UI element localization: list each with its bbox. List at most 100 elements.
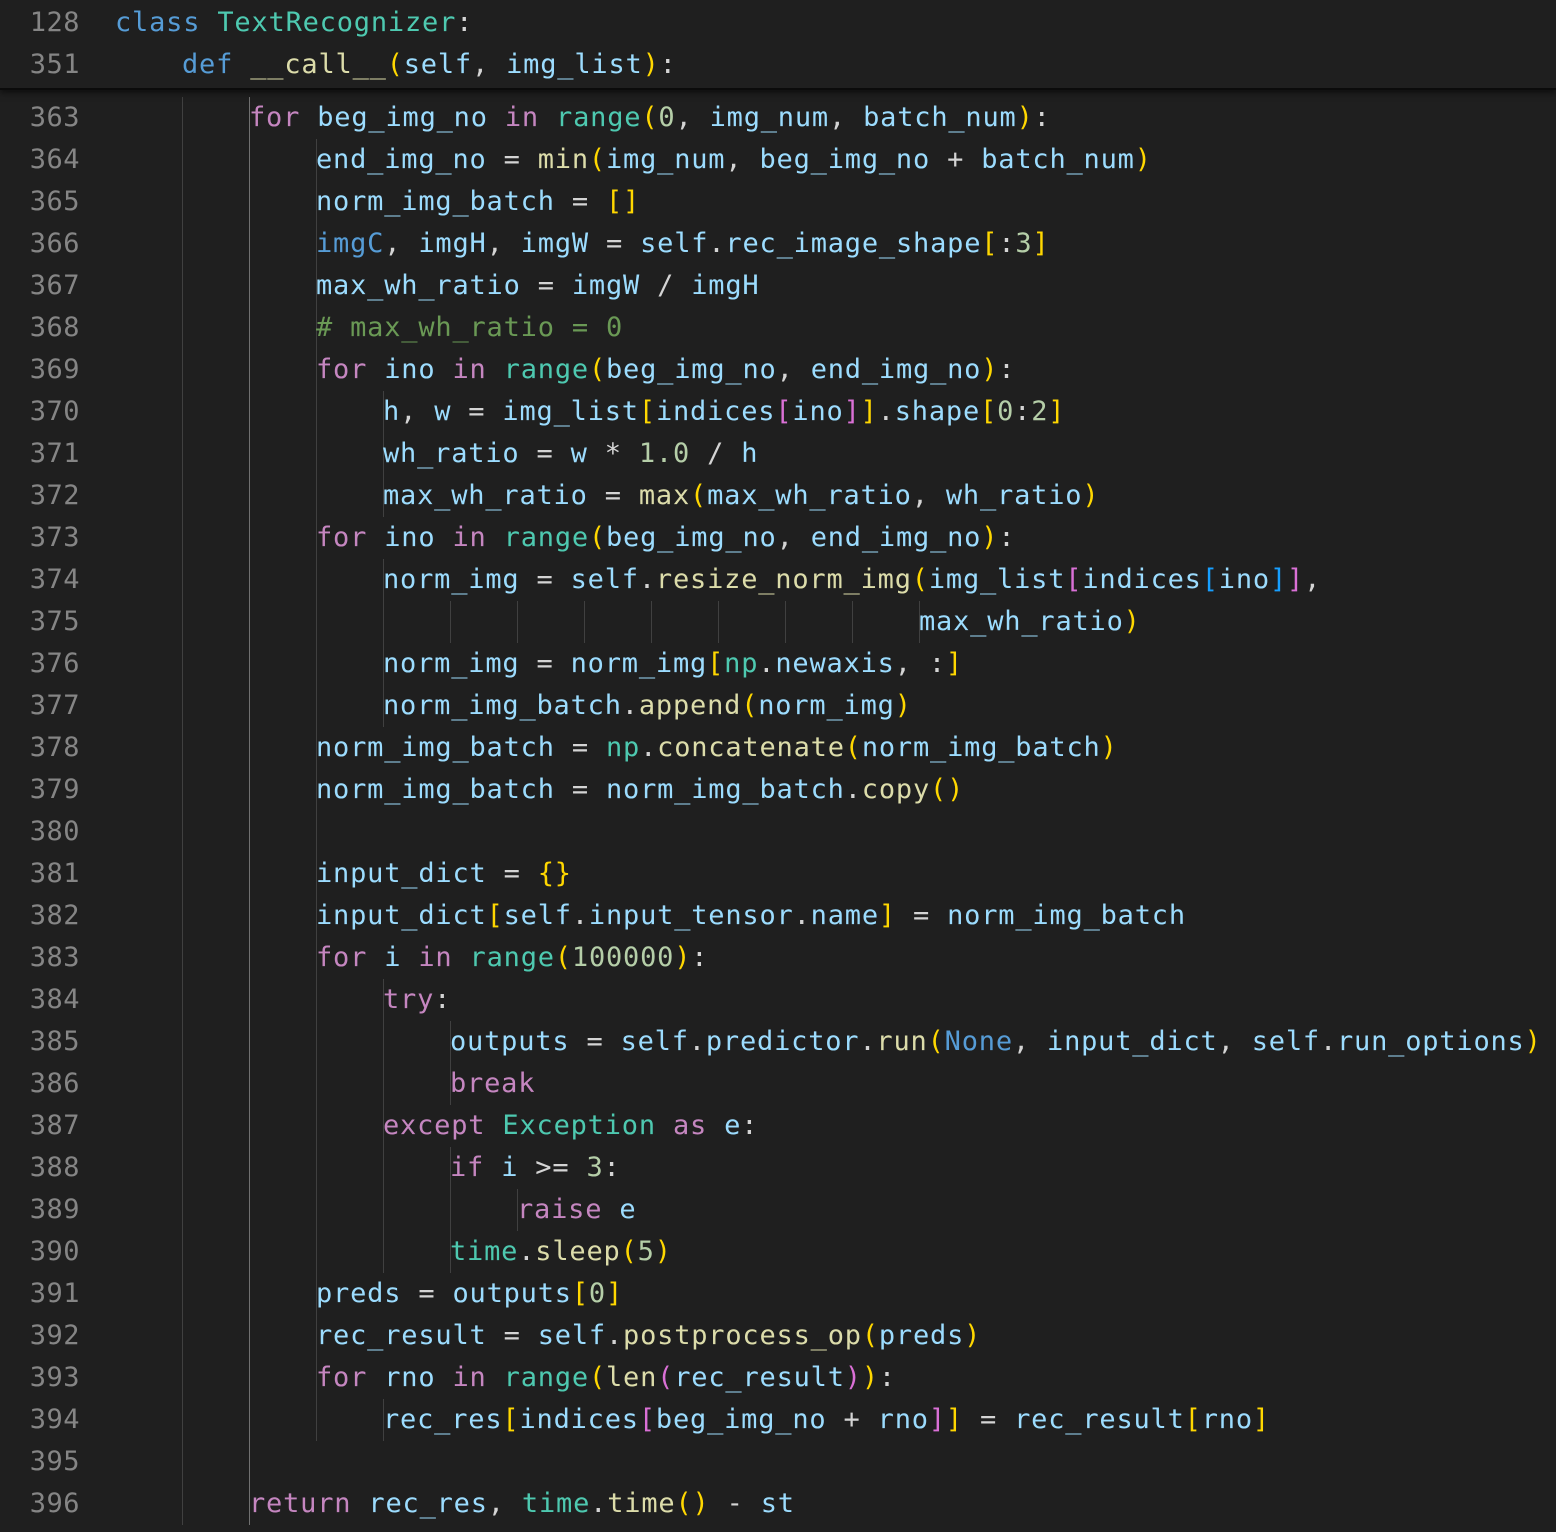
code-text[interactable]: try: [383, 979, 451, 1021]
code-text[interactable]: except Exception as e: [383, 1105, 758, 1147]
code-text[interactable]: input_dict[self.input_tensor.name] = nor… [316, 895, 1186, 937]
code-line[interactable]: 387 except Exception as e: [0, 1105, 1556, 1147]
code-line[interactable]: 394 rec_res[indices[beg_img_no + rno]] = … [0, 1399, 1556, 1441]
line-number: 385 [29, 1026, 80, 1057]
code-text[interactable]: norm_img = self.resize_norm_img(img_list… [383, 559, 1321, 601]
code-line[interactable]: 363 for beg_img_no in range(0, img_num, b… [0, 97, 1556, 139]
indent-guide [182, 433, 183, 475]
code-line[interactable]: 366 imgC, imgH, imgW = self.rec_image_sha… [0, 223, 1556, 265]
line-number: 374 [29, 564, 80, 595]
code-line[interactable]: 377 norm_img_batch.append(norm_img) [0, 685, 1556, 727]
code-line[interactable]: 392 rec_result = self.postprocess_op(pred… [0, 1315, 1556, 1357]
indent-guide [182, 265, 183, 307]
code-line[interactable]: 372 max_wh_ratio = max(max_wh_ratio, wh_r… [0, 475, 1556, 517]
code-line[interactable]: 368 # max_wh_ratio = 0 [0, 307, 1556, 349]
code-line[interactable]: 380 [0, 811, 1556, 853]
code-token: [ [638, 396, 656, 427]
code-token: ino [792, 396, 844, 427]
code-text[interactable]: break [450, 1063, 535, 1105]
sticky-scroll-header[interactable]: 128 class TextRecognizer: 351 def __call__(… [0, 0, 1556, 90]
indent-guide [249, 265, 250, 307]
code-text[interactable]: input_dict = {} [316, 853, 572, 895]
code-line[interactable]: 395 [0, 1441, 1556, 1483]
code-text[interactable]: for ino in range(beg_img_no, end_img_no)… [316, 349, 1015, 391]
code-text[interactable]: norm_img_batch.append(norm_img) [383, 685, 912, 727]
code-line[interactable]: 389 raise e [0, 1189, 1556, 1231]
code-text[interactable]: class TextRecognizer: [115, 2, 473, 44]
line-number: 389 [29, 1194, 80, 1225]
code-text[interactable]: norm_img_batch = np.concatenate(norm_img… [316, 727, 1118, 769]
code-text[interactable]: if i >= 3: [450, 1147, 621, 1189]
code-line[interactable]: 375 max_wh_ratio) [0, 601, 1556, 643]
line-number: 375 [29, 606, 80, 637]
indent-guide [182, 223, 183, 265]
code-token: Exception [502, 1110, 656, 1141]
sticky-code-line[interactable]: 351 def __call__(self, img_list): [0, 44, 1556, 86]
code-token: range [503, 354, 589, 385]
code-text[interactable]: raise e [517, 1189, 636, 1231]
code-line[interactable]: 369 for ino in range(beg_img_no, end_img_… [0, 349, 1556, 391]
code-line[interactable]: 385 outputs = self.predictor.run(None, in… [0, 1021, 1556, 1063]
code-token: ( [741, 690, 759, 721]
code-text[interactable]: end_img_no = min(img_num, beg_img_no + b… [316, 139, 1152, 181]
code-line[interactable]: 379 norm_img_batch = norm_img_batch.copy(… [0, 769, 1556, 811]
code-line[interactable]: 376 norm_img = norm_img[np.newaxis, :] [0, 643, 1556, 685]
code-line[interactable]: 381 input_dict = {} [0, 853, 1556, 895]
code-line[interactable]: 373 for ino in range(beg_img_no, end_img_… [0, 517, 1556, 559]
code-token: ) [1134, 144, 1152, 175]
code-line[interactable]: 365 norm_img_batch = [] [0, 181, 1556, 223]
code-token: norm_img [383, 564, 520, 595]
indent-guide [249, 1063, 250, 1105]
code-token: 2 [1031, 396, 1049, 427]
code-line[interactable]: 378 norm_img_batch = np.concatenate(norm_… [0, 727, 1556, 769]
code-line[interactable]: 374 norm_img = self.resize_norm_img(img_l… [0, 559, 1556, 601]
code-text[interactable]: time.sleep(5) [450, 1231, 672, 1273]
code-text[interactable]: for beg_img_no in range(0, img_num, batc… [249, 97, 1051, 139]
code-text[interactable]: max_wh_ratio) [919, 601, 1141, 643]
code-text[interactable]: h, w = img_list[indices[ino]].shape[0:2] [383, 391, 1065, 433]
code-text[interactable]: for rno in range(len(rec_result)): [316, 1357, 896, 1399]
code-text[interactable]: rec_result = self.postprocess_op(preds) [316, 1315, 981, 1357]
code-line[interactable]: 388 if i >= 3: [0, 1147, 1556, 1189]
code-text[interactable]: rec_res[indices[beg_img_no + rno]] = rec… [383, 1399, 1270, 1441]
code-line[interactable]: 391 preds = outputs[0] [0, 1273, 1556, 1315]
code-text[interactable]: for i in range(100000): [316, 937, 708, 979]
sticky-code-line[interactable]: 128 class TextRecognizer: [0, 2, 1556, 44]
code-line[interactable]: 367 max_wh_ratio = imgW / imgH [0, 265, 1556, 307]
code-text[interactable]: return rec_res, time.time() - st [249, 1483, 795, 1525]
code-token: : [434, 984, 452, 1015]
code-line[interactable]: 393 for rno in range(len(rec_result)): [0, 1357, 1556, 1399]
code-token: self [1251, 1026, 1320, 1057]
indent-guide [249, 391, 250, 433]
code-line[interactable]: 384 try: [0, 979, 1556, 1021]
code-line[interactable]: 370 h, w = img_list[indices[ino]].shape[0… [0, 391, 1556, 433]
code-text[interactable]: norm_img_batch = norm_img_batch.copy() [316, 769, 964, 811]
code-token: , [400, 396, 435, 427]
code-line[interactable]: 386 break [0, 1063, 1556, 1105]
code-text[interactable]: # max_wh_ratio = 0 [316, 307, 623, 349]
indent-guide [182, 895, 183, 937]
code-text[interactable]: max_wh_ratio = max(max_wh_ratio, wh_rati… [383, 475, 1099, 517]
code-token: input_dict [316, 900, 487, 931]
code-editor[interactable]: 128 class TextRecognizer: 351 def __call__(… [0, 0, 1556, 1532]
code-text[interactable]: preds = outputs[0] [316, 1273, 623, 1315]
code-text[interactable]: imgC, imgH, imgW = self.rec_image_shape[… [316, 223, 1050, 265]
code-text[interactable]: def __call__(self, img_list): [182, 44, 677, 86]
code-line[interactable]: 396 return rec_res, time.time() - st [0, 1483, 1556, 1525]
code-token: [ [502, 1404, 520, 1435]
code-text[interactable]: norm_img_batch = [] [316, 181, 640, 223]
indent-guide [651, 601, 652, 643]
code-line[interactable]: 371 wh_ratio = w * 1.0 / h [0, 433, 1556, 475]
code-line[interactable]: 382 input_dict[self.input_tensor.name] = … [0, 895, 1556, 937]
code-line[interactable]: 390 time.sleep(5) [0, 1231, 1556, 1273]
code-text[interactable]: wh_ratio = w * 1.0 / h [383, 433, 758, 475]
code-token: rno [877, 1404, 929, 1435]
code-token: ( [690, 480, 708, 511]
code-text[interactable]: for ino in range(beg_img_no, end_img_no)… [316, 517, 1015, 559]
code-line[interactable]: 364 end_img_no = min(img_num, beg_img_no … [0, 139, 1556, 181]
code-text[interactable]: norm_img = norm_img[np.newaxis, :] [383, 643, 963, 685]
code-line[interactable]: 383 for i in range(100000): [0, 937, 1556, 979]
code-text[interactable]: max_wh_ratio = imgW / imgH [316, 265, 759, 307]
code-text[interactable]: outputs = self.predictor.run(None, input… [450, 1021, 1542, 1063]
